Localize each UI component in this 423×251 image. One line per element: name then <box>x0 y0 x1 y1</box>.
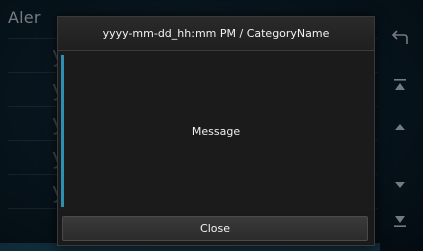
dialog-header: yyyy-mm-dd_hh:mm PM / CategoryName <box>58 17 374 51</box>
close-button[interactable]: Close <box>62 216 368 241</box>
alert-dialog: yyyy-mm-dd_hh:mm PM / CategoryName Messa… <box>57 16 375 246</box>
dialog-body: Message <box>58 51 374 211</box>
alert-list-screen: Aler y y y y y yyyy-mm-d <box>0 0 423 251</box>
dialog-title: yyyy-mm-dd_hh:mm PM / CategoryName <box>102 27 330 40</box>
dialog-message: Message <box>191 124 241 138</box>
